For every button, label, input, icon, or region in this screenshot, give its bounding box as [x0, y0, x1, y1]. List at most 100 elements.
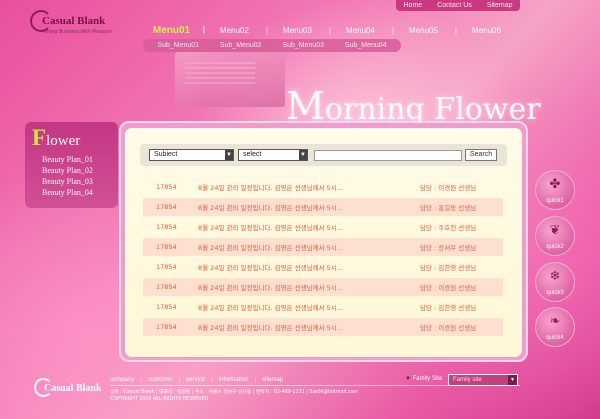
site-logo[interactable]: Casual Blank Mixing Business With Pleasu…	[30, 10, 130, 36]
footer-link-customer[interactable]: customer	[148, 377, 173, 383]
row-subject[interactable]: 8월 24일 관리 일정입니다. 김영은 선생님께서 5시...	[198, 322, 343, 332]
row-number: 17854	[156, 183, 177, 191]
row-manager: 담당 : 김한영 선생님	[420, 304, 477, 312]
sitemap-link[interactable]: Sitemap	[487, 2, 513, 9]
left-panel-item[interactable]: Beauty Plan_01	[42, 154, 93, 165]
footer-copyright: COPYRIGHT 2005 ALL RIGHTS RESERVED	[110, 397, 209, 402]
contact-us-link[interactable]: Contact Us	[437, 2, 472, 9]
left-panel-title-initial: F	[32, 125, 47, 150]
chevron-down-icon: ▼	[225, 150, 233, 160]
clover-icon: ✤	[549, 177, 561, 192]
menu-item-06[interactable]: Menu06	[455, 26, 518, 35]
footer-divider-mark: |	[211, 377, 213, 383]
left-panel-title-rest: lower	[46, 133, 81, 149]
search-field-select[interactable]: Subiect ▼	[149, 149, 234, 161]
hero-photo	[175, 52, 285, 107]
search-input[interactable]	[314, 150, 462, 161]
quick-label: quick1	[546, 198, 564, 204]
family-site-label-text: Family Site	[412, 376, 443, 382]
chevron-down-icon: ▼	[508, 375, 517, 385]
row-manager: 담당 : 이경원 선생님	[420, 284, 477, 292]
left-panel-title: Flower	[32, 125, 80, 151]
row-number: 17854	[156, 323, 177, 331]
leaf-icon: ❧	[549, 314, 561, 329]
chevron-down-icon: ▼	[299, 150, 307, 160]
row-number: 17854	[156, 243, 177, 251]
quick1-button[interactable]: ✤ quick1	[535, 170, 575, 210]
board-row[interactable]: 17854 8월 24일 관리 일정입니다. 김영은 선생님께서 5시... 담…	[143, 258, 503, 276]
sub-menu-item-02[interactable]: Sub_Menu02	[220, 42, 262, 49]
search-button[interactable]: Search	[465, 149, 497, 161]
sub-menu-item-04[interactable]: Sub_Menu04	[345, 42, 387, 49]
home-link[interactable]: Home	[404, 2, 423, 9]
snowflake-icon: ❄	[549, 269, 561, 284]
left-panel-list: Beauty Plan_01 Beauty Plan_02 Beauty Pla…	[42, 154, 93, 198]
row-manager: 담당 : 이경원 선생님	[420, 324, 477, 332]
footer-link-service[interactable]: service	[186, 377, 205, 383]
search-option-select[interactable]: select ▼	[238, 149, 308, 161]
footer-divider-mark: |	[178, 377, 181, 383]
row-manager: 담당 : 홍길동 선생님	[420, 204, 477, 212]
quick3-button[interactable]: ❄ quick3	[535, 262, 575, 302]
row-subject[interactable]: 8월 24일 관리 일정입니다. 김영은 선생님께서 5시...	[198, 262, 343, 272]
board-row[interactable]: 17854 8월 24일 관리 일정입니다. 김영은 선생님께서 5시... 담…	[143, 298, 503, 316]
sub-menu-item-01[interactable]: Sub_Menu01	[157, 42, 199, 49]
footer-company-info: 상호 : Casual Blank | 대표자 : 김길동 | 주소 : 서울시…	[110, 390, 358, 395]
row-subject[interactable]: 8월 24일 관리 일정입니다. 김영은 선생님께서 5시...	[198, 202, 343, 212]
row-manager: 담당 : 김한영 선생님	[420, 264, 477, 272]
row-number: 17854	[156, 283, 177, 291]
board-row[interactable]: 17854 8월 24일 관리 일정입니다. 김영은 선생님께서 5시... 담…	[143, 238, 503, 256]
board-row[interactable]: 17854 8월 24일 관리 일정입니다. 김영은 선생님께서 5시... 담…	[143, 198, 503, 216]
row-subject[interactable]: 8월 24일 관리 일정입니다. 김영은 선생님께서 5시...	[198, 242, 343, 252]
quick-label: quick2	[546, 244, 564, 250]
row-manager: 담당 : 이경원 선생님	[420, 184, 477, 192]
sub-menu: Sub_Menu01 Sub_Menu02 Sub_Menu03 Sub_Men…	[143, 39, 401, 52]
footer-divider-mark: |	[254, 377, 256, 383]
footer-links: company | customer | service | informati…	[110, 377, 283, 383]
menu-item-04[interactable]: Menu04	[329, 26, 394, 35]
footer-link-sitemap[interactable]: sitemap	[262, 377, 283, 383]
menu-item-03[interactable]: Menu03	[266, 26, 331, 35]
top-utility-nav: Home Contact Us Sitemap	[396, 0, 520, 11]
board-row[interactable]: 17854 8월 24일 관리 일정입니다. 김영은 선생님께서 5시... 담…	[143, 218, 503, 236]
left-panel: Flower Beauty Plan_01 Beauty Plan_02 Bea…	[25, 122, 118, 208]
board-list: 17854 8월 24일 관리 일정입니다. 김영은 선생님께서 5시... 담…	[143, 178, 503, 338]
left-panel-item[interactable]: Beauty Plan_03	[42, 176, 93, 187]
row-number: 17854	[156, 223, 177, 231]
butterfly-icon: ❦	[549, 223, 561, 238]
footer-logo: Casual Blank	[34, 378, 114, 400]
board-row[interactable]: 17854 8월 24일 관리 일정입니다. 김영은 선생님께서 5시... 담…	[143, 178, 503, 196]
family-site-select[interactable]: Family site ▼	[448, 374, 518, 386]
row-subject[interactable]: 8월 24일 관리 일정입니다. 김영은 선생님께서 5시...	[198, 182, 343, 192]
menu-item-02[interactable]: Menu02	[203, 26, 268, 35]
left-panel-item[interactable]: Beauty Plan_02	[42, 165, 93, 176]
row-subject[interactable]: 8월 24일 관리 일정입니다. 김영은 선생님께서 5시...	[198, 282, 343, 292]
menu-item-05[interactable]: Menu05	[392, 26, 457, 35]
menu-item-01[interactable]: Menu01	[140, 25, 205, 36]
row-manager: 담당 : 장서우 선생님	[420, 244, 477, 252]
main-menu: Menu01 Menu02 Menu03 Menu04 Menu05 Menu0…	[140, 22, 520, 38]
footer-link-company[interactable]: company	[110, 377, 134, 383]
row-number: 17854	[156, 263, 177, 271]
footer-link-information[interactable]: information	[219, 377, 249, 383]
sub-menu-item-03[interactable]: Sub_Menu03	[282, 42, 324, 49]
search-option-select-value: select	[243, 151, 262, 158]
quick4-button[interactable]: ❧ quick4	[535, 307, 575, 347]
quick-label: quick4	[546, 335, 564, 341]
left-panel-item[interactable]: Beauty Plan_04	[42, 187, 93, 198]
row-subject[interactable]: 8월 24일 관리 일정입니다. 김영은 선생님께서 5시...	[198, 302, 343, 312]
footer-logo-name: Casual Blank	[44, 383, 102, 394]
family-site-select-value: Family site	[453, 377, 482, 383]
triangle-down-icon: ▼	[405, 376, 411, 382]
footer-info: 상호 : Casual Blank | 대표자 : 김길동 | 주소 : 서울시…	[110, 389, 358, 403]
row-number: 17854	[156, 203, 177, 211]
logo-tagline: Mixing Business With Pleasure	[43, 29, 112, 35]
board-row[interactable]: 17854 8월 24일 관리 일정입니다. 김영은 선생님께서 5시... 담…	[143, 278, 503, 296]
family-site-label: ▼ Family Site	[405, 376, 442, 382]
row-subject[interactable]: 8월 24일 관리 일정입니다. 김영은 선생님께서 5시...	[198, 222, 343, 232]
quick-label: quick3	[546, 290, 564, 296]
board-row[interactable]: 17854 8월 24일 관리 일정입니다. 김영은 선생님께서 5시... 담…	[143, 318, 503, 336]
row-number: 17854	[156, 303, 177, 311]
row-manager: 담당 : 주호천 선생님	[420, 224, 477, 232]
quick2-button[interactable]: ❦ quick2	[535, 216, 575, 256]
